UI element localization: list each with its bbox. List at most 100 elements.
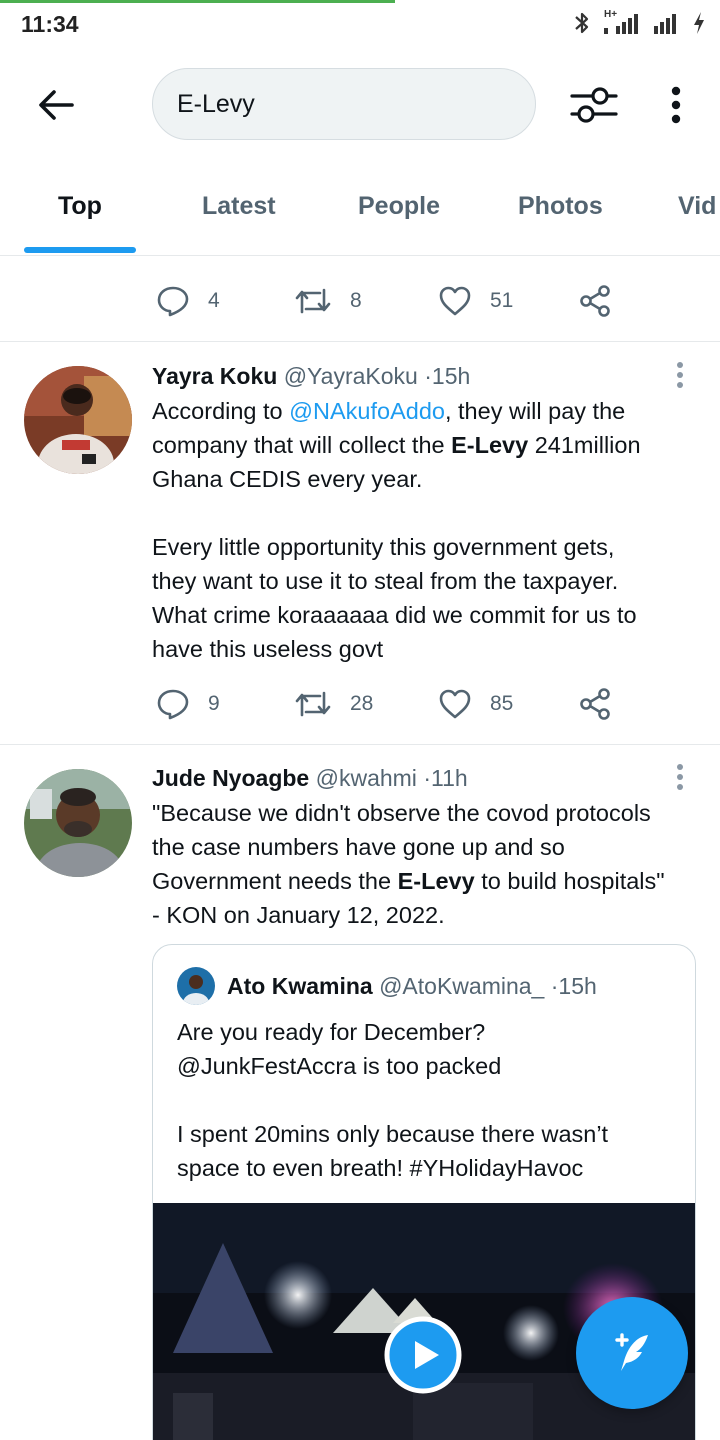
tweet-text-line: "Because we didn't observe the covod pro…: [152, 800, 651, 826]
tweet-actions: 9 28 85: [152, 684, 622, 724]
search-header: E-Levy: [0, 55, 720, 155]
like-button[interactable]: 51: [438, 281, 513, 321]
retweet-icon: [295, 288, 331, 314]
tab-people[interactable]: People: [358, 192, 440, 221]
reply-button[interactable]: 9: [156, 684, 220, 724]
tweet-text-line: the case numbers have gone up and so: [152, 834, 565, 860]
highlighted-keyword: E-Levy: [397, 868, 475, 894]
tweet-actions: 4 8 51: [152, 281, 622, 321]
signal-icon: [604, 14, 638, 34]
text-fragment: Government needs the: [152, 868, 398, 894]
text-fragment: , they will pay the: [444, 398, 626, 424]
avatar-photo: [24, 769, 132, 877]
signal-icon: [654, 14, 676, 34]
tweet-text-line: According to @NAkufoAddo, they will pay …: [152, 394, 712, 428]
tweet-time: 15h: [431, 363, 471, 389]
quote-time: 15h: [558, 973, 597, 999]
meta-separator: ·: [423, 765, 431, 791]
compose-tweet-icon: [615, 1333, 648, 1371]
author-name[interactable]: Jude Nyoagbe: [152, 765, 309, 791]
tweet-text-line: have this useless govt: [152, 636, 384, 662]
search-tabs: Top Latest People Photos Vid: [0, 170, 720, 256]
author-name[interactable]: Yayra Koku: [152, 363, 277, 389]
quote-author-handle: @AtoKwamina_: [379, 973, 545, 999]
tweet-text: According to @NAkufoAddo, they will pay …: [152, 394, 712, 666]
like-count: 51: [490, 289, 514, 312]
more-vertical-icon: [671, 86, 681, 124]
tweet-text: "Because we didn't observe the covod pro…: [152, 796, 712, 932]
sliders-icon: [570, 87, 618, 123]
tweet-time: 11h: [430, 765, 468, 791]
tweet-text-line: What crime koraaaaaa did we commit for u…: [152, 602, 637, 628]
quote-avatar: [177, 967, 215, 1005]
retweet-count: 8: [350, 289, 362, 312]
back-button[interactable]: [30, 83, 82, 127]
tab-top[interactable]: Top: [58, 192, 102, 221]
quote-text-line: @JunkFestAccra is too packed: [177, 1053, 502, 1079]
tab-photos[interactable]: Photos: [518, 192, 603, 221]
like-button[interactable]: 85: [438, 684, 513, 724]
tweet-text-line: company that will collect the E-Levy 241…: [152, 428, 712, 462]
share-icon: [580, 688, 610, 720]
tweet-menu-button[interactable]: [668, 355, 692, 395]
reply-count: 4: [208, 289, 220, 312]
active-tab-indicator: [24, 247, 136, 253]
author-handle[interactable]: @YayraKoku: [284, 363, 418, 389]
search-input[interactable]: E-Levy: [152, 68, 536, 140]
quote-text-line: Are you ready for December?: [177, 1019, 486, 1045]
charging-icon: [694, 12, 704, 34]
retweet-button[interactable]: 28: [294, 684, 373, 724]
like-count: 85: [490, 692, 514, 715]
share-button[interactable]: [578, 281, 612, 321]
reply-icon: [157, 689, 189, 720]
play-icon: [384, 1316, 462, 1394]
text-fragment: 241million: [528, 432, 641, 458]
bluetooth-icon: [575, 12, 589, 34]
status-bar: 11:34 H+: [0, 0, 720, 50]
heart-icon: [439, 689, 471, 719]
tab-latest[interactable]: Latest: [202, 192, 276, 221]
tweet-header: Jude Nyoagbe @kwahmi ·11h: [152, 765, 468, 792]
tweet-text-line: Every little opportunity this government…: [152, 534, 615, 560]
tweet-text-line: they want to use it to steal from the ta…: [152, 568, 619, 594]
tweet-menu-button[interactable]: [668, 757, 692, 797]
network-type-label: H+: [602, 9, 642, 36]
more-options-button[interactable]: [660, 81, 692, 129]
status-time: 11:34: [21, 11, 79, 37]
tweet-header: Yayra Koku @YayraKoku ·15h: [152, 363, 470, 390]
tab-videos[interactable]: Vid: [678, 192, 716, 221]
status-icons: H+: [572, 9, 706, 36]
search-filter-button[interactable]: [566, 81, 622, 129]
mention-link[interactable]: @NAkufoAddo: [289, 398, 445, 424]
reply-button[interactable]: 4: [156, 281, 220, 321]
text-fragment: to build hospitals": [474, 868, 665, 894]
play-button[interactable]: [384, 1316, 462, 1394]
highlighted-keyword: E-Levy: [451, 432, 529, 458]
tweet-divider: [0, 744, 720, 745]
quote-author-name: Ato Kwamina: [227, 973, 373, 999]
tweet-text-line: Government needs the E-Levy to build hos…: [152, 864, 712, 898]
avatar[interactable]: [24, 366, 132, 474]
heart-icon: [439, 286, 471, 316]
quote-text-line: space to even breath! #YHolidayHavoc: [177, 1155, 584, 1181]
text-fragment: company that will collect the: [152, 432, 452, 458]
compose-tweet-button[interactable]: [576, 1297, 688, 1409]
avatar[interactable]: [24, 769, 132, 877]
tweet-text-line: - KON on January 12, 2022.: [152, 902, 445, 928]
retweet-button[interactable]: 8: [294, 281, 362, 321]
more-vertical-icon: [677, 362, 683, 388]
arrow-left-icon: [39, 90, 74, 120]
tweet-text-line: Ghana CEDIS every year.: [152, 466, 423, 492]
retweet-count: 28: [350, 692, 374, 715]
quote-header: Ato Kwamina @AtoKwamina_ ·15h: [227, 973, 597, 1000]
meta-separator: ·: [424, 363, 432, 389]
author-handle[interactable]: @kwahmi: [316, 765, 417, 791]
quote-text: Are you ready for December? @JunkFestAcc…: [177, 1015, 677, 1185]
avatar-photo: [177, 967, 215, 1005]
retweet-icon: [295, 691, 331, 717]
tweet-divider: [0, 341, 720, 342]
reply-count: 9: [208, 692, 220, 715]
share-button[interactable]: [578, 684, 612, 724]
reply-icon: [157, 286, 189, 317]
quote-text-line: I spent 20mins only because there wasn’t: [177, 1121, 609, 1147]
